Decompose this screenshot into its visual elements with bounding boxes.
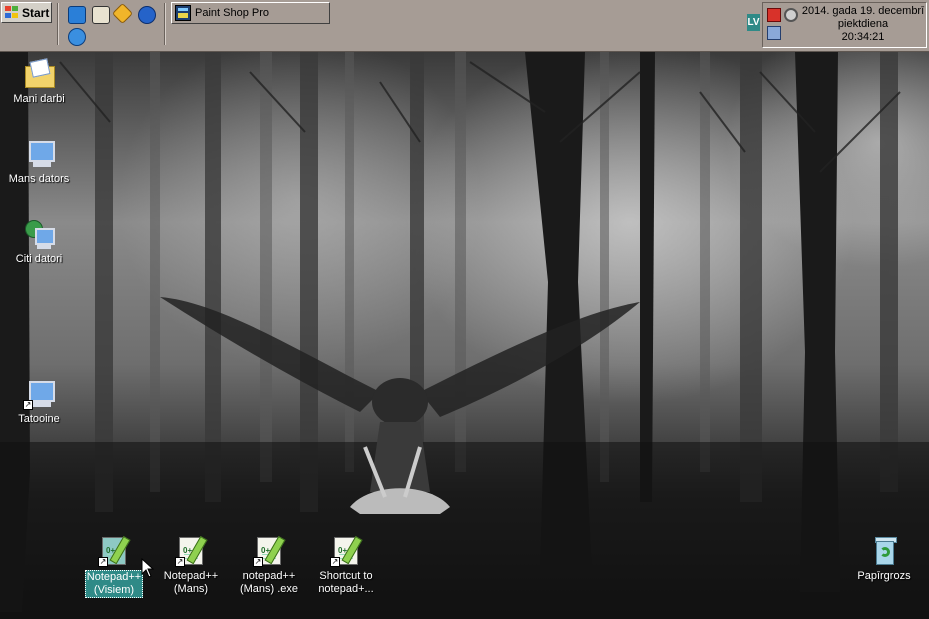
desktop-icon-citi-datori[interactable]: Citi datori [1, 218, 77, 266]
language-indicator[interactable]: LV [747, 14, 760, 31]
notepadpp-icon: 0++ ↗ [253, 535, 286, 567]
start-label: Start [22, 5, 50, 20]
desktop-icon-mani-darbi[interactable]: Mani darbi [1, 58, 77, 106]
notepadpp-icon: 0++ ↗ [330, 535, 363, 567]
shortcut-arrow-icon: ↗ [253, 557, 263, 567]
desktop-shortcut-to-notepadpp[interactable]: 0++ ↗ Shortcut to notepad+... [308, 535, 384, 596]
recycle-bin-icon [868, 535, 900, 567]
taskbar: Start Paint Shop Pro LV 2014. gada 19. d… [0, 0, 929, 52]
shortcut-arrow-icon: ↗ [23, 400, 33, 410]
desktop[interactable]: Mani darbi Mans dators Citi datori ↗ Tat… [0, 52, 929, 619]
shortcut-arrow-icon: ↗ [330, 557, 340, 567]
notepadpp-icon: 0++ ↗ [175, 535, 208, 567]
shortcut-label: Notepad++ (Mans) [163, 570, 219, 595]
shortcut-arrow-icon: ↗ [175, 557, 185, 567]
tools-icon[interactable] [111, 2, 134, 25]
antivirus-icon[interactable] [767, 8, 781, 22]
desktop-icon-label: Papīrgrozs [857, 570, 911, 582]
desktop-shortcut-notepadpp-mans-exe[interactable]: 0++ ↗ notepad++ (Mans) .exe [231, 535, 307, 596]
internet-explorer-icon[interactable] [68, 6, 86, 24]
desktop-icon-label: Mans dators [8, 173, 70, 185]
desktop-icon-label: Citi datori [15, 253, 63, 265]
shortcut-label: Shortcut to notepad+... [318, 570, 374, 595]
paint-shop-pro-icon [175, 5, 191, 21]
shortcut-label: notepad++ (Mans) .exe [239, 570, 299, 595]
desktop-icon-recycle-bin[interactable]: Papīrgrozs [846, 535, 922, 583]
task-button-label: Paint Shop Pro [195, 7, 269, 19]
my-computer-icon [23, 138, 55, 170]
clock-date: 2014. gada 19. decembrī [801, 5, 925, 17]
notepadpp-icon: 0++ ↗ [98, 535, 131, 567]
taskbar-separator [57, 3, 59, 45]
network-computers-icon [23, 218, 55, 250]
desktop-shortcut-notepadpp-mans[interactable]: 0++ ↗ Notepad++ (Mans) [153, 535, 229, 596]
browser-icon[interactable] [138, 6, 156, 24]
windows-logo-icon [5, 6, 19, 19]
shortcut-label: Notepad++ (Visiem) [84, 570, 144, 598]
network-icon[interactable] [767, 26, 781, 40]
shortcut-arrow-icon: ↗ [98, 557, 108, 567]
desktop-icon-mans-dators[interactable]: Mans dators [1, 138, 77, 186]
desktop-icon-label: Tatooine [18, 413, 60, 425]
my-documents-folder-icon [23, 58, 55, 90]
computer-shortcut-icon: ↗ [23, 378, 55, 410]
mouse-cursor-icon [141, 558, 155, 578]
desktop-icon-label: Mani darbi [13, 93, 65, 105]
media-player-icon[interactable] [92, 6, 110, 24]
messenger-icon[interactable] [68, 28, 86, 46]
taskbar-separator [164, 3, 166, 45]
wallpaper-forest [0, 52, 929, 619]
clock-time: 20:34:21 [841, 31, 885, 43]
tray-clock[interactable]: 2014. gada 19. decembrī piektdiena 20:34… [800, 5, 926, 44]
clock-icon[interactable] [784, 8, 798, 22]
start-button[interactable]: Start [1, 2, 52, 23]
task-button-paint-shop-pro[interactable]: Paint Shop Pro [171, 2, 330, 24]
desktop-icon-tatooine[interactable]: ↗ Tatooine [1, 378, 77, 426]
clock-weekday: piektdiena [837, 18, 889, 30]
